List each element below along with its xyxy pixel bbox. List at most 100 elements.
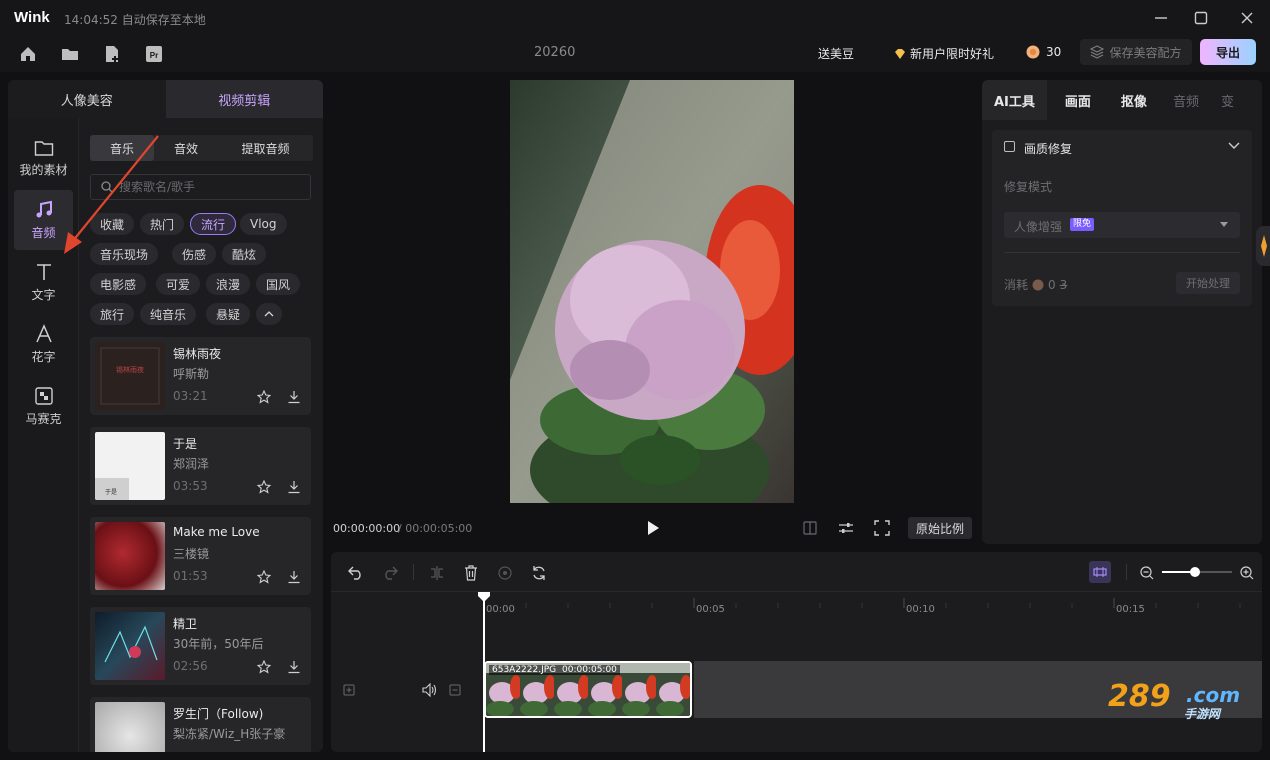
quality-repair-card: 画质修复 修复模式 人像增强 限免 消耗 0 3 开始处理 bbox=[992, 130, 1252, 306]
song-item[interactable]: 于是 于是 郑润泽 03:53 bbox=[90, 427, 311, 505]
save-beauty-config-button[interactable]: 保存美容配方 bbox=[1080, 39, 1192, 65]
tag-vlog[interactable]: Vlog bbox=[240, 213, 287, 235]
coin-icon bbox=[1026, 45, 1040, 59]
song-item[interactable]: 精卫 30年前，50年后 02:56 bbox=[90, 607, 311, 685]
mute-track-button[interactable] bbox=[422, 683, 438, 697]
add-track-button[interactable] bbox=[343, 684, 355, 696]
coin-count: 30 bbox=[1046, 45, 1062, 59]
folder-icon bbox=[62, 49, 78, 60]
text-icon bbox=[36, 263, 51, 280]
song-duration: 03:21 bbox=[173, 389, 208, 403]
minimize-button[interactable] bbox=[1146, 6, 1176, 30]
split-button[interactable] bbox=[427, 563, 447, 583]
song-item[interactable]: 锡林雨夜 锡林雨夜 呼斯勒 03:21 bbox=[90, 337, 311, 415]
favorite-button[interactable] bbox=[255, 478, 273, 496]
project-name[interactable]: 20260 bbox=[534, 45, 575, 60]
download-button[interactable] bbox=[285, 388, 303, 406]
zoom-in-icon bbox=[1240, 566, 1254, 580]
tab-audio[interactable]: 音频 bbox=[1159, 80, 1213, 120]
premiere-button[interactable]: Pr bbox=[142, 42, 166, 66]
tag-chinese-style[interactable]: 国风 bbox=[256, 273, 301, 295]
tick-label: 00:10 bbox=[906, 604, 935, 615]
tab-ai-tools[interactable]: AI工具 bbox=[982, 80, 1047, 120]
video-clip[interactable]: 653A2222.JPG 00:00:05:00 bbox=[484, 661, 692, 718]
playhead[interactable] bbox=[483, 592, 485, 752]
open-folder-button[interactable] bbox=[58, 42, 82, 66]
tag-instrumental[interactable]: 纯音乐 bbox=[140, 303, 197, 325]
zoom-in-button[interactable] bbox=[1237, 563, 1257, 583]
song-cover: 于是 bbox=[95, 432, 165, 500]
close-button[interactable] bbox=[1232, 6, 1262, 30]
side-handle[interactable] bbox=[1256, 226, 1270, 266]
undo-button[interactable] bbox=[346, 563, 366, 583]
delete-button[interactable] bbox=[461, 563, 481, 583]
close-icon bbox=[1241, 12, 1253, 24]
star-icon bbox=[257, 660, 271, 674]
coin-balance[interactable]: 30 bbox=[1026, 45, 1061, 59]
nav-fancy-text[interactable]: 花字 bbox=[14, 314, 73, 374]
snap-toggle[interactable] bbox=[1089, 561, 1111, 583]
download-button[interactable] bbox=[285, 478, 303, 496]
coin-icon bbox=[1032, 279, 1044, 290]
volume-icon bbox=[422, 683, 437, 697]
tag-pop[interactable]: 流行 bbox=[190, 213, 237, 235]
quality-repair-checkbox[interactable] bbox=[1004, 141, 1015, 152]
tag-cute[interactable]: 可爱 bbox=[156, 273, 201, 295]
start-processing-button[interactable]: 开始处理 bbox=[1176, 272, 1240, 294]
fancy-text-icon bbox=[35, 323, 52, 342]
tag-cinematic[interactable]: 电影感 bbox=[90, 273, 147, 295]
gift-beans-link[interactable]: 送美豆 bbox=[818, 45, 854, 62]
replace-button[interactable] bbox=[529, 563, 549, 583]
save-beauty-config-label: 保存美容配方 bbox=[1109, 45, 1182, 60]
compare-button[interactable] bbox=[802, 520, 818, 536]
song-duration: 03:53 bbox=[173, 479, 208, 493]
tag-cool[interactable]: 酷炫 bbox=[222, 243, 267, 265]
freeze-frame-button[interactable] bbox=[495, 563, 515, 583]
divider bbox=[1004, 252, 1240, 253]
tab-video-edit[interactable]: 视频剪辑 bbox=[165, 80, 323, 118]
song-item[interactable]: 罗生门（Follow) 梨冻紧/Wiz_H张子豪 bbox=[90, 697, 311, 752]
home-button[interactable] bbox=[16, 42, 40, 66]
new-file-button[interactable] bbox=[100, 42, 124, 66]
zoom-out-button[interactable] bbox=[1137, 563, 1157, 583]
tag-travel[interactable]: 旅行 bbox=[90, 303, 135, 325]
tab-cutout[interactable]: 抠像 bbox=[1109, 80, 1159, 120]
favorite-button[interactable] bbox=[255, 568, 273, 586]
collapse-tags-button[interactable] bbox=[256, 303, 282, 325]
star-icon bbox=[257, 480, 271, 494]
refresh-icon bbox=[533, 566, 545, 580]
app-logo: Wink bbox=[14, 9, 50, 26]
download-button[interactable] bbox=[285, 658, 303, 676]
song-cover bbox=[95, 702, 165, 752]
adjust-button[interactable] bbox=[838, 520, 854, 536]
song-title: Make me Love bbox=[173, 525, 260, 539]
download-icon bbox=[288, 391, 300, 404]
track-cover-button[interactable] bbox=[449, 684, 461, 696]
video-preview[interactable] bbox=[510, 80, 794, 503]
tab-portrait-beauty[interactable]: 人像美容 bbox=[8, 80, 166, 118]
song-item[interactable]: Make me Love 三楼镜 01:53 bbox=[90, 517, 311, 595]
tab-transform[interactable]: 变 bbox=[1213, 80, 1242, 120]
repair-mode-select[interactable]: 人像增强 限免 bbox=[1004, 212, 1240, 238]
tag-sad[interactable]: 伤感 bbox=[172, 243, 217, 265]
favorite-button[interactable] bbox=[255, 658, 273, 676]
tag-suspense[interactable]: 悬疑 bbox=[206, 303, 251, 325]
tab-picture[interactable]: 画面 bbox=[1047, 80, 1109, 120]
expand-button[interactable] bbox=[1228, 142, 1240, 150]
maximize-button[interactable] bbox=[1186, 6, 1216, 30]
favorite-button[interactable] bbox=[255, 388, 273, 406]
tag-romantic[interactable]: 浪漫 bbox=[206, 273, 251, 295]
download-button[interactable] bbox=[285, 568, 303, 586]
new-user-gift-link[interactable]: 新用户限时好礼 bbox=[894, 45, 994, 62]
music-note-icon bbox=[36, 200, 52, 217]
playhead-handle[interactable] bbox=[478, 592, 490, 602]
original-ratio-button[interactable]: 原始比例 bbox=[908, 517, 972, 539]
redo-button[interactable] bbox=[380, 563, 400, 583]
subtab-extract-audio[interactable]: 提取音频 bbox=[218, 135, 313, 161]
zoom-slider[interactable] bbox=[1162, 567, 1232, 577]
export-button[interactable]: 导出 bbox=[1200, 39, 1256, 65]
play-button[interactable] bbox=[643, 518, 663, 538]
nav-mosaic[interactable]: 马赛克 bbox=[14, 376, 73, 436]
zoom-slider-thumb[interactable] bbox=[1190, 567, 1200, 577]
fullscreen-button[interactable] bbox=[874, 520, 890, 536]
